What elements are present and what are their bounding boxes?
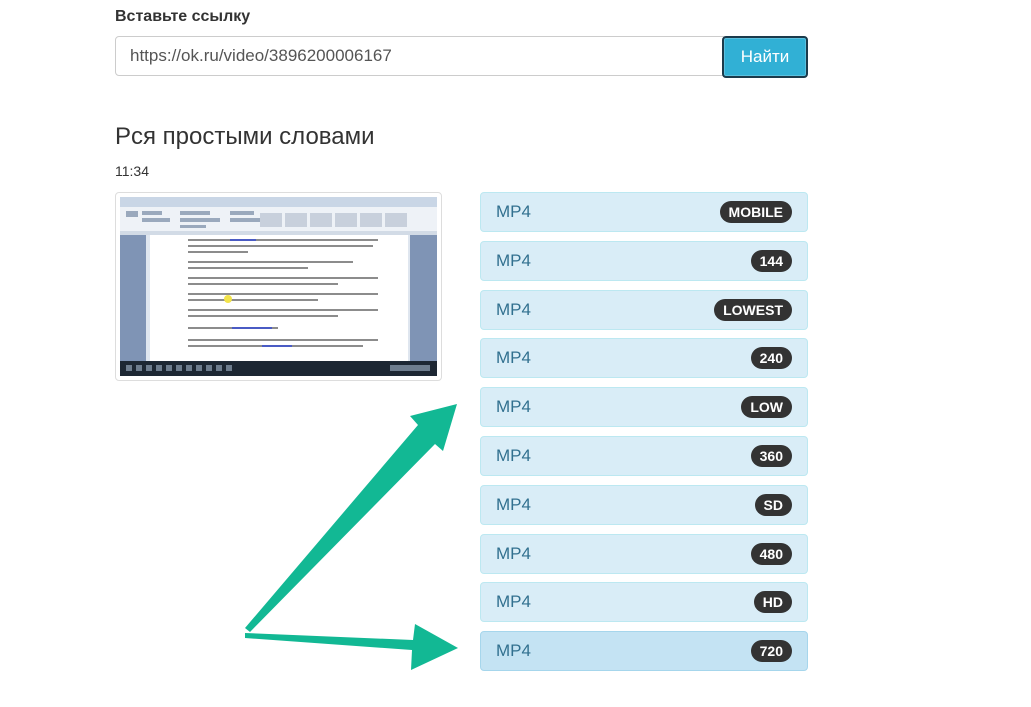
format-item-mobile[interactable]: MP4 MOBILE <box>480 192 808 232</box>
format-type: MP4 <box>496 202 531 221</box>
quality-badge: 480 <box>750 542 792 565</box>
format-type: MP4 <box>496 348 531 368</box>
quality-badge: 144 <box>750 249 792 272</box>
quality-badge: 240 <box>750 347 792 370</box>
formats-list: MP4 MOBILE MP4 144 MP4 LOWEST MP4 240 MP… <box>480 192 808 680</box>
format-item-144[interactable]: MP4 144 <box>480 240 808 281</box>
search-row: Найти <box>115 36 808 78</box>
url-input[interactable] <box>115 36 724 76</box>
format-item-480[interactable]: MP4 480 <box>480 533 808 574</box>
quality-badge: LOWEST <box>714 298 792 321</box>
video-thumbnail[interactable] <box>115 192 442 381</box>
format-item-low[interactable]: MP4 LOW <box>480 387 808 428</box>
format-item-lowest[interactable]: MP4 LOWEST <box>480 289 808 330</box>
quality-badge: MOBILE <box>719 201 792 223</box>
video-duration: 11:34 <box>115 163 149 179</box>
quality-badge: 720 <box>750 640 792 663</box>
format-type: MP4 <box>496 641 531 661</box>
format-item-720[interactable]: MP4 720 <box>480 631 808 672</box>
format-type: MP4 <box>496 445 531 465</box>
thumbnail-image <box>120 197 437 376</box>
arrow-right-icon <box>245 624 458 670</box>
quality-badge: SD <box>754 493 792 516</box>
format-type: MP4 <box>496 250 531 270</box>
format-type: MP4 <box>496 397 531 417</box>
arrow-up-icon <box>245 404 457 632</box>
format-type: MP4 <box>496 494 531 514</box>
quality-badge: HD <box>753 591 792 614</box>
format-item-360[interactable]: MP4 360 <box>480 435 808 476</box>
format-item-240[interactable]: MP4 240 <box>480 338 808 379</box>
quality-badge: LOW <box>741 396 792 419</box>
paste-link-label: Вставьте ссылку <box>115 8 251 25</box>
format-item-hd[interactable]: MP4 HD <box>480 582 808 623</box>
format-type: MP4 <box>496 299 531 319</box>
video-title: Рся простыми словами <box>115 123 375 150</box>
format-item-sd[interactable]: MP4 SD <box>480 484 808 525</box>
quality-badge: 360 <box>750 444 792 467</box>
find-button[interactable]: Найти <box>722 36 808 78</box>
format-type: MP4 <box>496 543 531 563</box>
format-type: MP4 <box>496 592 531 612</box>
